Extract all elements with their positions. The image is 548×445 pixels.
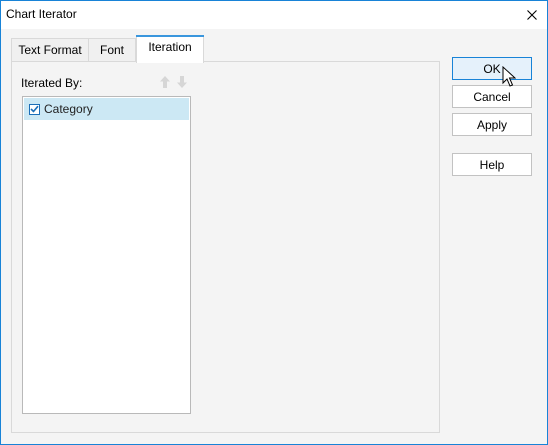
help-button[interactable]: Help: [452, 153, 532, 176]
dialog-window: Chart Iterator Text Format Font Iteratio…: [0, 0, 548, 445]
tab-iteration[interactable]: Iteration: [136, 35, 204, 63]
iteration-tab-panel: Iterated By: Category: [11, 61, 440, 433]
dialog-client-area: Text Format Font Iteration Iterated By:: [1, 29, 547, 444]
ok-button-label: OK: [483, 61, 501, 76]
list-item[interactable]: Category: [24, 98, 189, 120]
cancel-button[interactable]: Cancel: [452, 85, 532, 108]
move-up-button[interactable]: [157, 74, 173, 90]
window-title: Chart Iterator: [6, 7, 77, 21]
iterated-by-label: Iterated By:: [21, 76, 83, 90]
move-down-button[interactable]: [174, 74, 190, 90]
cancel-button-label: Cancel: [473, 89, 511, 104]
tab-label: Text Format: [18, 43, 82, 57]
ok-button[interactable]: OK: [452, 57, 532, 80]
close-icon: [527, 10, 537, 20]
tab-label: Iteration: [148, 40, 192, 54]
arrow-up-icon: [160, 76, 170, 88]
title-bar: Chart Iterator: [1, 1, 547, 29]
apply-button-label: Apply: [476, 117, 508, 132]
apply-button[interactable]: Apply: [452, 113, 532, 136]
tab-label: Font: [99, 43, 124, 57]
checkmark-icon: [30, 105, 39, 113]
iterated-by-list[interactable]: Category: [22, 96, 191, 414]
close-button[interactable]: [517, 1, 547, 29]
help-button-label: Help: [479, 157, 505, 172]
tab-font[interactable]: Font: [88, 38, 136, 61]
category-checkbox[interactable]: [29, 103, 40, 115]
list-item-label: Category: [44, 102, 93, 116]
arrow-down-icon: [177, 76, 187, 88]
tab-text-format[interactable]: Text Format: [11, 38, 89, 61]
